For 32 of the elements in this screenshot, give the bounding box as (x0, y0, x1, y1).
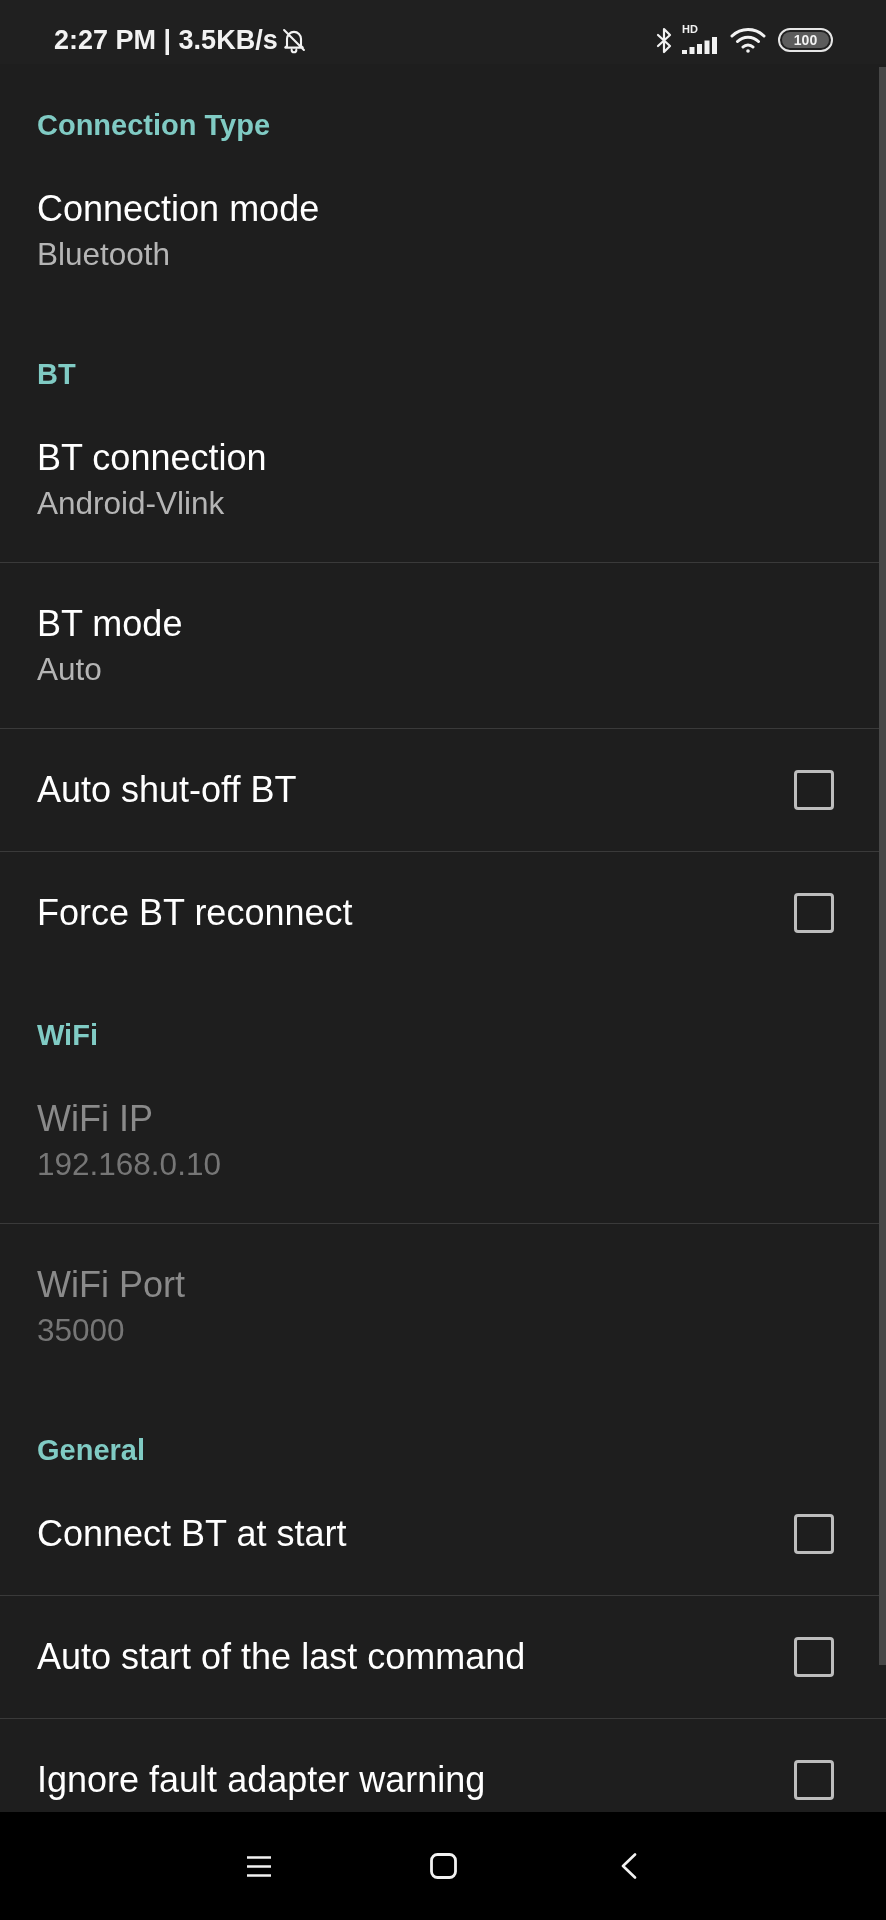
setting-value: Auto (37, 650, 102, 688)
section-header: BT (37, 357, 76, 391)
setting-title[interactable]: Ignore fault adapter warning (37, 1759, 486, 1801)
section-header: Connection Type (37, 108, 271, 142)
section-header: General (37, 1433, 145, 1467)
bluetooth-icon (656, 26, 672, 54)
setting-title[interactable]: Force BT reconnect (37, 892, 353, 934)
checkbox[interactable] (794, 1637, 834, 1677)
setting-title[interactable]: Connect BT at start (37, 1512, 347, 1555)
home-icon[interactable] (430, 1853, 457, 1879)
signal-icon (682, 37, 718, 54)
checkbox[interactable] (794, 770, 834, 810)
setting-title[interactable]: BT connection (37, 436, 267, 479)
setting-value: 192.168.0.10 (37, 1144, 221, 1183)
status-text: 2:27 PM | 3.5KB/s (54, 24, 278, 56)
setting-value: 35000 (37, 1311, 125, 1349)
section-header: WiFi (37, 1018, 98, 1052)
wifi-icon (730, 27, 766, 53)
setting-title[interactable]: Connection mode (37, 187, 320, 230)
battery-percent-text: 100 (793, 32, 818, 48)
scrollbar-thumb[interactable] (879, 67, 886, 1665)
checkbox[interactable] (794, 893, 834, 933)
setting-title[interactable]: Auto shut-off BT (37, 769, 297, 811)
setting-title[interactable]: BT mode (37, 603, 183, 645)
menu-icon[interactable] (246, 1854, 272, 1878)
setting-value: Android-Vlink (37, 483, 225, 522)
back-icon[interactable] (621, 1853, 637, 1879)
setting-title[interactable]: Auto start of the last command (37, 1636, 526, 1678)
network-type-label: HD (682, 23, 698, 35)
setting-value: Bluetooth (37, 234, 171, 273)
checkbox[interactable] (794, 1760, 834, 1800)
checkbox[interactable] (794, 1513, 834, 1554)
